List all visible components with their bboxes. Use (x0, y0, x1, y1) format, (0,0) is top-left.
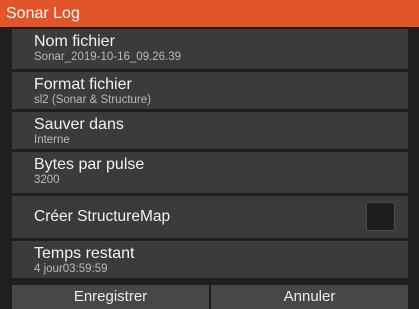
create-structuremap-checkbox[interactable] (366, 202, 395, 231)
bytes-per-ping-label: Bytes par pulse (34, 156, 145, 173)
create-structuremap-row[interactable]: Créer StructureMap (12, 196, 408, 238)
cancel-button[interactable]: Annuler (211, 285, 408, 309)
file-format-value: sl2 (Sonar & Structure) (34, 94, 151, 106)
file-name-value: Sonar_2019-10-16_09.26.39 (34, 51, 182, 63)
bytes-per-ping-row[interactable]: Bytes par pulse 3200 (12, 152, 408, 193)
settings-list: Nom fichier Sonar_2019-10-16_09.26.39 Fo… (12, 29, 408, 281)
dialog-title: Sonar Log (0, 0, 419, 27)
sonar-log-dialog: Sonar Log Nom fichier Sonar_2019-10-16_0… (0, 0, 419, 309)
save-location-label: Sauver dans (34, 116, 124, 133)
file-name-row[interactable]: Nom fichier Sonar_2019-10-16_09.26.39 (12, 29, 408, 69)
time-remaining-label: Temps restant (34, 245, 135, 262)
file-name-label: Nom fichier (34, 33, 115, 50)
create-structuremap-label: Créer StructureMap (34, 208, 171, 225)
save-location-value: Interne (34, 134, 70, 146)
dialog-buttons: Enregistrer Annuler (12, 285, 408, 309)
time-remaining-row: Temps restant 4 jour03:59:59 (12, 241, 408, 278)
time-remaining-value: 4 jour03:59:59 (34, 263, 108, 275)
record-button[interactable]: Enregistrer (12, 285, 209, 309)
file-format-row[interactable]: Format fichier sl2 (Sonar & Structure) (12, 72, 408, 109)
file-format-label: Format fichier (34, 76, 132, 93)
save-location-row[interactable]: Sauver dans Interne (12, 112, 408, 149)
bytes-per-ping-value: 3200 (34, 174, 60, 186)
